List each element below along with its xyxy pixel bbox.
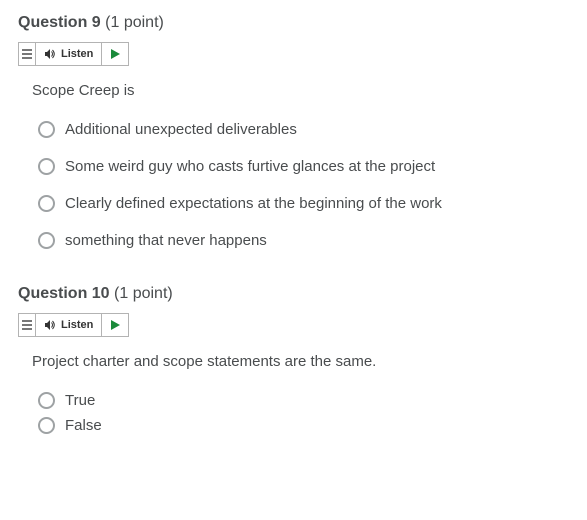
option-row[interactable]: False [38, 417, 569, 434]
radio-icon[interactable] [38, 121, 55, 138]
play-icon [111, 49, 120, 59]
listen-button[interactable]: Listen [36, 43, 102, 65]
radio-icon[interactable] [38, 158, 55, 175]
option-label: False [65, 417, 102, 434]
question-prompt: Project charter and scope statements are… [32, 353, 569, 370]
listen-toolbar: Listen [18, 313, 129, 337]
option-label: True [65, 392, 95, 409]
option-row[interactable]: Additional unexpected deliverables [38, 121, 569, 138]
question-10-block: Question 10 (1 point) Listen Project cha… [18, 285, 569, 434]
speaker-icon [44, 48, 56, 60]
question-9-block: Question 9 (1 point) Listen Scope Creep … [18, 14, 569, 249]
option-label: Clearly defined expectations at the begi… [65, 195, 442, 212]
play-icon [111, 320, 120, 330]
option-label: Additional unexpected deliverables [65, 121, 297, 138]
drag-handle-icon[interactable] [19, 314, 36, 336]
options-group: Additional unexpected deliverables Some … [38, 121, 569, 249]
option-label: Some weird guy who casts furtive glances… [65, 158, 435, 175]
option-label: something that never happens [65, 232, 267, 249]
question-prompt: Scope Creep is [32, 82, 569, 99]
listen-button[interactable]: Listen [36, 314, 102, 336]
question-points: (1 point) [114, 285, 173, 302]
play-button[interactable] [102, 314, 128, 336]
option-row[interactable]: True [38, 392, 569, 409]
question-number: Question 10 [18, 285, 110, 302]
option-row[interactable]: something that never happens [38, 232, 569, 249]
question-10-header: Question 10 (1 point) [18, 285, 569, 303]
play-button[interactable] [102, 43, 128, 65]
question-points: (1 point) [105, 14, 164, 31]
radio-icon[interactable] [38, 195, 55, 212]
listen-label: Listen [61, 48, 93, 60]
option-row[interactable]: Clearly defined expectations at the begi… [38, 195, 569, 212]
listen-label: Listen [61, 319, 93, 331]
listen-toolbar: Listen [18, 42, 129, 66]
drag-handle-icon[interactable] [19, 43, 36, 65]
radio-icon[interactable] [38, 392, 55, 409]
radio-icon[interactable] [38, 417, 55, 434]
question-9-header: Question 9 (1 point) [18, 14, 569, 32]
options-group: True False [38, 392, 569, 434]
radio-icon[interactable] [38, 232, 55, 249]
option-row[interactable]: Some weird guy who casts furtive glances… [38, 158, 569, 175]
speaker-icon [44, 319, 56, 331]
question-number: Question 9 [18, 14, 101, 31]
